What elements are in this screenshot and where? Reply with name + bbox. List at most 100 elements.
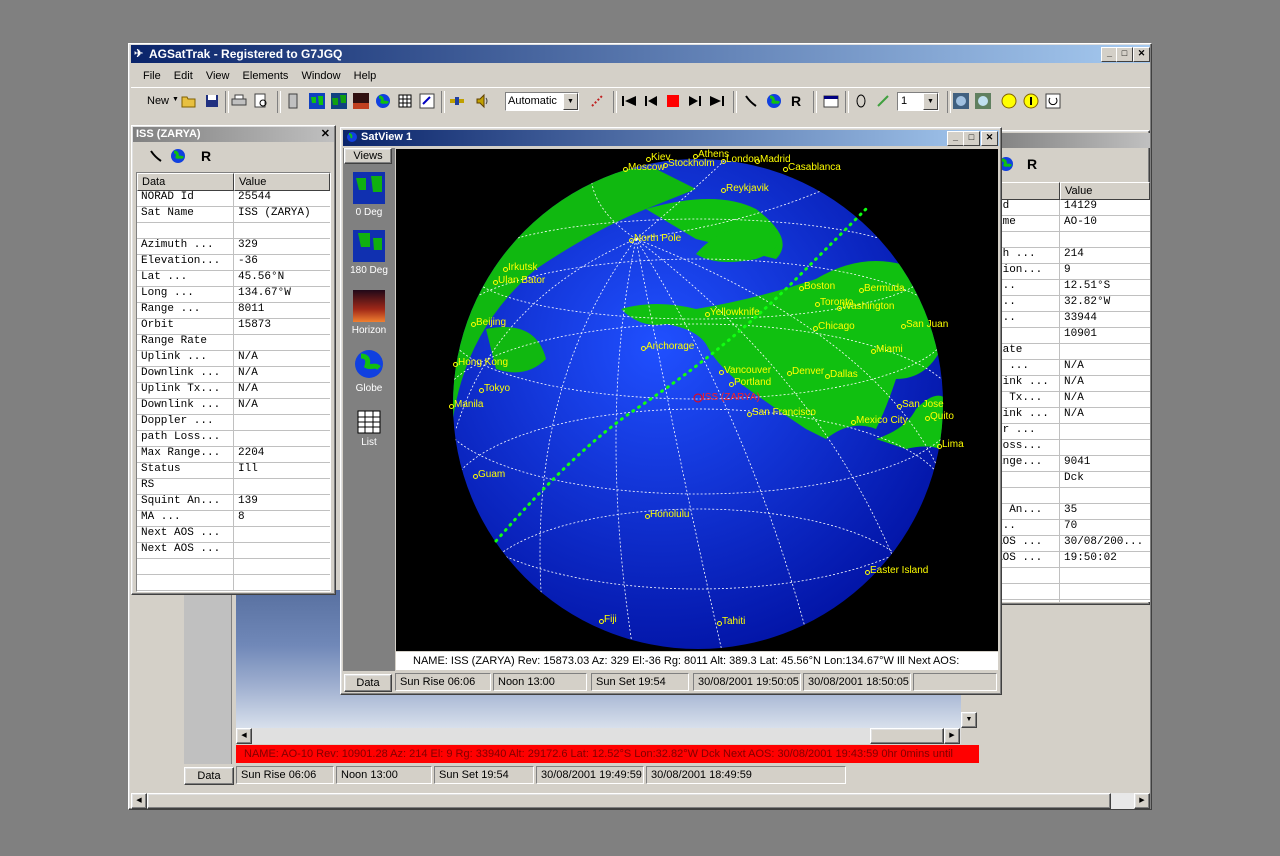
right-panel-titlebar[interactable] bbox=[992, 133, 1150, 148]
table-row[interactable]: Long ... 134.67°W bbox=[137, 287, 330, 303]
close-button[interactable]: ✕ bbox=[1133, 47, 1150, 62]
line-tool-icon[interactable] bbox=[873, 91, 893, 111]
scroll-thumb[interactable] bbox=[870, 728, 944, 744]
table-row[interactable]: er ... bbox=[992, 424, 1150, 440]
satview-titlebar[interactable]: SatView 1 _ □ ✕ bbox=[343, 130, 999, 146]
maximize-button[interactable]: □ bbox=[963, 131, 980, 146]
open-icon[interactable] bbox=[179, 91, 199, 111]
step-forward-icon[interactable] bbox=[685, 91, 705, 111]
sound-icon[interactable] bbox=[473, 91, 493, 111]
table-row[interactable]: AOS ... 19:50:02 bbox=[992, 552, 1150, 568]
table-row[interactable]: link ... N/A bbox=[992, 376, 1150, 392]
globe-view-icon[interactable] bbox=[373, 91, 393, 111]
table-row[interactable]: Loss... bbox=[992, 440, 1150, 456]
table-row[interactable]: RS bbox=[137, 479, 330, 495]
table-row[interactable]: s Dck bbox=[992, 472, 1150, 488]
table-row[interactable]: Max Range... 2204 bbox=[137, 447, 330, 463]
close-icon[interactable]: ✕ bbox=[321, 127, 330, 140]
main-scroll-thumb[interactable] bbox=[147, 793, 1111, 809]
menu-edit[interactable]: Edit bbox=[174, 70, 193, 82]
data-button[interactable]: Data bbox=[344, 674, 392, 692]
globe-2-icon[interactable] bbox=[764, 91, 784, 111]
count-select[interactable]: 1 ▼ bbox=[897, 92, 939, 111]
track-icon[interactable] bbox=[146, 146, 166, 166]
view-180-deg[interactable]: 180 Deg bbox=[346, 230, 392, 276]
table-row[interactable]: NORAD Id 25544 bbox=[137, 191, 330, 207]
table-row[interactable] bbox=[992, 600, 1150, 602]
table-row[interactable]: 10901 bbox=[992, 328, 1150, 344]
close-button[interactable]: ✕ bbox=[981, 131, 998, 146]
scroll-down-button[interactable]: ▼ bbox=[961, 712, 977, 728]
menu-help[interactable]: Help bbox=[354, 70, 377, 82]
table-row[interactable]: Sat Name ISS (ZARYA) bbox=[137, 207, 330, 223]
table-row[interactable]: Doppler ... bbox=[137, 415, 330, 431]
print-icon[interactable] bbox=[229, 91, 249, 111]
save-icon[interactable] bbox=[202, 91, 222, 111]
new-dropdown-icon[interactable]: ▼ bbox=[172, 96, 179, 103]
list-view-icon[interactable] bbox=[395, 91, 415, 111]
device-icon[interactable] bbox=[283, 91, 303, 111]
table-row[interactable] bbox=[992, 488, 1150, 504]
print-preview-icon[interactable] bbox=[251, 91, 271, 111]
back-horizontal-scrollbar[interactable] bbox=[236, 728, 961, 744]
left-panel-titlebar[interactable]: ISS (ZARYA) ✕ bbox=[133, 127, 334, 142]
column-header-value[interactable]: Value bbox=[234, 173, 330, 191]
table-row[interactable]: Uplink Tx... N/A bbox=[137, 383, 330, 399]
main-scroll-right-button[interactable]: ▶ bbox=[1134, 793, 1150, 809]
table-row[interactable] bbox=[992, 584, 1150, 600]
globe-view[interactable]: ISS (ZARYA) North Pole Reykjavik Madrid Cas… bbox=[396, 149, 998, 651]
r-icon[interactable]: R bbox=[196, 146, 216, 166]
table-row[interactable]: ... 32.82°W bbox=[992, 296, 1150, 312]
satellite-icon[interactable] bbox=[447, 91, 467, 111]
table-row[interactable] bbox=[137, 591, 330, 592]
r-icon[interactable]: R bbox=[786, 91, 806, 111]
view-list[interactable]: List bbox=[346, 410, 392, 448]
table-row[interactable]: tion... 9 bbox=[992, 264, 1150, 280]
sun-icon[interactable] bbox=[999, 91, 1019, 111]
table-row[interactable] bbox=[992, 568, 1150, 584]
view-globe[interactable]: Globe bbox=[346, 348, 392, 394]
table-row[interactable]: MA ... 8 bbox=[137, 511, 330, 527]
back-data-button[interactable]: Data bbox=[184, 767, 234, 785]
mode-select[interactable]: Automatic ▼ bbox=[505, 92, 579, 111]
views-header-button[interactable]: Views bbox=[344, 148, 392, 164]
new-button[interactable]: New bbox=[147, 95, 169, 107]
r-icon[interactable]: R bbox=[1022, 154, 1042, 174]
earth-view-2-icon[interactable] bbox=[973, 91, 993, 111]
menu-elements[interactable]: Elements bbox=[243, 70, 289, 82]
circle-icon[interactable] bbox=[851, 91, 871, 111]
table-row[interactable]: ame AO-10 bbox=[992, 216, 1150, 232]
skip-forward-icon[interactable] bbox=[707, 91, 727, 111]
table-row[interactable]: Lat ... 45.56°N bbox=[137, 271, 330, 287]
scroll-left-button[interactable]: ◀ bbox=[236, 728, 252, 744]
view-horizon[interactable]: Horizon bbox=[346, 290, 392, 336]
skip-back-icon[interactable] bbox=[619, 91, 639, 111]
table-row[interactable]: t An... 35 bbox=[992, 504, 1150, 520]
table-row[interactable]: k ... N/A bbox=[992, 360, 1150, 376]
stop-icon[interactable] bbox=[663, 91, 683, 111]
minimize-button[interactable]: _ bbox=[947, 131, 964, 146]
table-row[interactable]: k Tx... N/A bbox=[992, 392, 1150, 408]
horizon-view-icon[interactable] bbox=[351, 91, 371, 111]
satellite-2-icon[interactable] bbox=[741, 91, 761, 111]
menu-view[interactable]: View bbox=[206, 70, 230, 82]
table-row[interactable]: Next AOS ... bbox=[137, 543, 330, 559]
table-row[interactable]: ange... 9041 bbox=[992, 456, 1150, 472]
table-row[interactable]: Squint An... 139 bbox=[137, 495, 330, 511]
table-row[interactable]: Azimuth ... 329 bbox=[137, 239, 330, 255]
column-header-value[interactable]: Value bbox=[1060, 182, 1150, 200]
refresh-icon[interactable] bbox=[1043, 91, 1063, 111]
table-row[interactable]: Uplink ... N/A bbox=[137, 351, 330, 367]
table-row[interactable] bbox=[137, 223, 330, 239]
table-row[interactable]: Range Rate bbox=[137, 335, 330, 351]
table-row[interactable]: Downlink ... N/A bbox=[137, 367, 330, 383]
globe-icon[interactable] bbox=[168, 146, 188, 166]
column-header-data[interactable]: Data bbox=[137, 173, 234, 191]
table-row[interactable]: AOS ... 30/08/200... bbox=[992, 536, 1150, 552]
main-scroll-left-button[interactable]: ◀ bbox=[131, 793, 147, 809]
table-row[interactable]: ... 33944 bbox=[992, 312, 1150, 328]
table-row[interactable]: ... 12.51°S bbox=[992, 280, 1150, 296]
sun-info-icon[interactable] bbox=[1021, 91, 1041, 111]
track-line-icon[interactable] bbox=[587, 91, 607, 111]
chevron-down-icon[interactable]: ▼ bbox=[923, 93, 938, 110]
